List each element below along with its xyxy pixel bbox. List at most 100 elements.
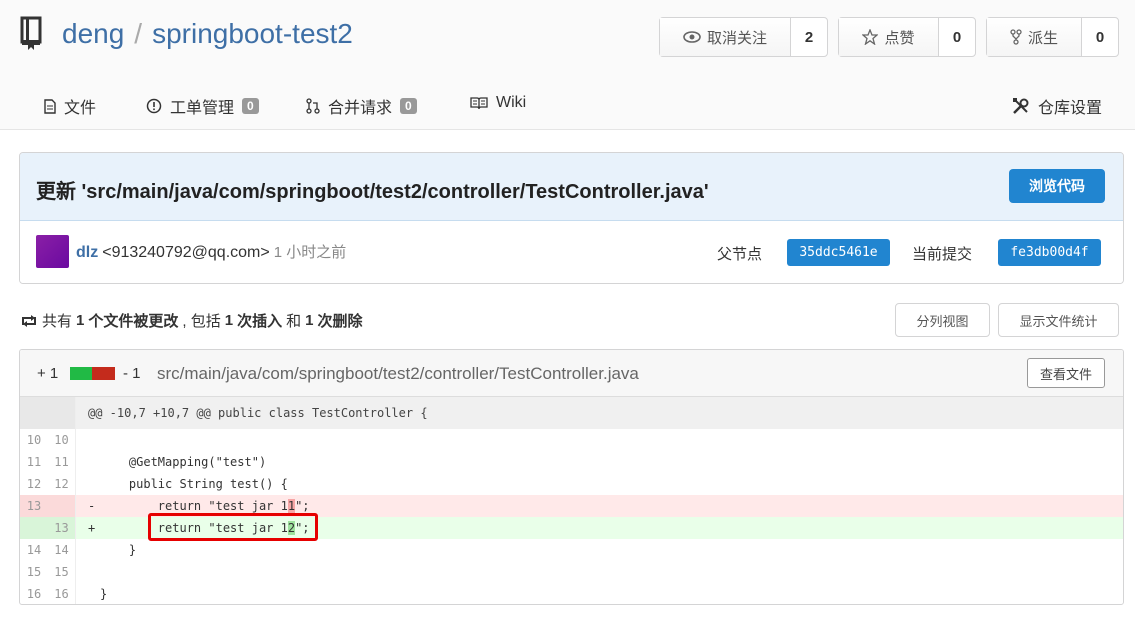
diff-stat-added (70, 367, 92, 380)
fork-label: 派生 (1027, 29, 1058, 47)
old-line-number[interactable] (20, 517, 48, 539)
fork-button[interactable]: 派生 (987, 18, 1082, 56)
deletion-sign: - (88, 499, 96, 513)
unwatch-label: 取消关注 (706, 29, 767, 47)
diff-line: 15 15 (20, 561, 1123, 583)
book-open-icon (470, 97, 488, 110)
star-count[interactable]: 0 (939, 18, 975, 56)
inserted-line: 13 + return "test jar 12"; (20, 517, 1123, 539)
diff-stat-deleted (92, 367, 115, 380)
tab-pulls-label: 合并请求 (328, 100, 393, 117)
new-line-number[interactable]: 14 (48, 539, 76, 561)
tab-wiki-label: Wiki (496, 94, 527, 111)
tab-issues[interactable]: 工单管理 0 (146, 94, 259, 118)
summary-mid: , 包括 (182, 313, 221, 330)
file-icon (44, 98, 56, 114)
commit-header: 更新 'src/main/java/com/springboot/test2/c… (20, 153, 1123, 221)
tab-issues-label: 工单管理 (170, 100, 235, 117)
new-line-number[interactable]: 15 (48, 561, 76, 583)
new-line-number[interactable]: 16 (48, 583, 76, 604)
summary-del-count: 1 (305, 312, 314, 329)
tab-settings-label: 仓库设置 (1038, 100, 1103, 117)
old-line-number[interactable]: 10 (20, 429, 48, 451)
insertion-sign: + (88, 521, 96, 535)
show-stats-button[interactable]: 显示文件统计 (998, 303, 1119, 337)
unwatch-button[interactable]: 取消关注 (660, 18, 791, 56)
new-line-number[interactable]: 11 (48, 451, 76, 473)
line-code: return "test jar 12"; (100, 521, 310, 535)
file-path: src/main/java/com/springboot/test2/contr… (157, 364, 639, 383)
repo-book-icon (20, 16, 42, 50)
pull-request-icon (306, 98, 320, 114)
diff-line: 14 14 } (20, 539, 1123, 561)
additions-count: + 1 (37, 365, 59, 382)
old-line-number[interactable]: 14 (20, 539, 48, 561)
new-line-number[interactable]: 12 (48, 473, 76, 495)
line-code: } (100, 587, 108, 601)
diff-line: 10 10 (20, 429, 1123, 451)
issues-count-badge: 0 (242, 98, 259, 114)
star-button[interactable]: 点赞 (839, 18, 939, 56)
browse-code-button[interactable]: 浏览代码 (1009, 169, 1105, 203)
tools-icon (1013, 98, 1029, 114)
old-line-number[interactable]: 11 (20, 451, 48, 473)
line-code: return "test jar 11"; (100, 499, 310, 513)
line-code: @GetMapping("test") (100, 455, 267, 469)
deletions-count: - 1 (123, 365, 141, 382)
view-file-button[interactable]: 查看文件 (1027, 358, 1105, 388)
avatar[interactable] (36, 235, 69, 268)
diff-line: 12 12 public String test() { (20, 473, 1123, 495)
summary-ins-count: 1 (224, 312, 234, 329)
commit-author: dlz <913240792@qq.com> 1 小时之前 (76, 241, 346, 262)
star-label: 点赞 (884, 29, 915, 47)
eye-icon (683, 31, 701, 43)
diff-line: 11 11 @GetMapping("test") (20, 451, 1123, 473)
old-line-number[interactable]: 16 (20, 583, 48, 604)
repo-header: deng / springboot-test2 取消关注 2 点赞 0 派生 0 文… (0, 0, 1135, 130)
diff-stat-bar (70, 367, 115, 380)
summary-del-text: 次删除 (317, 313, 363, 330)
fork-button-group: 派生 0 (986, 17, 1119, 57)
tab-files[interactable]: 文件 (44, 94, 96, 118)
fork-icon (1010, 29, 1022, 45)
watch-count[interactable]: 2 (791, 18, 827, 56)
new-line-number[interactable]: 10 (48, 429, 76, 451)
watch-button-group: 取消关注 2 (659, 17, 828, 57)
repo-separator: / (134, 18, 143, 49)
line-code: public String test() { (100, 477, 288, 491)
summary-prefix: 共有 (42, 313, 73, 330)
hunk-header: @@ -10,7 +10,7 @@ public class TestContr… (88, 406, 428, 420)
new-line-number[interactable] (48, 495, 76, 517)
author-email: <913240792@qq.com> (102, 244, 270, 261)
pulls-count-badge: 0 (400, 98, 417, 114)
commit-time: 1 小时之前 (273, 244, 347, 261)
summary-files-text: 个文件被更改 (88, 313, 179, 330)
tab-files-label: 文件 (64, 100, 97, 117)
tab-settings[interactable]: 仓库设置 (1012, 94, 1102, 118)
star-icon (862, 29, 879, 45)
summary-files-count: 1 (76, 312, 85, 329)
commit-meta: dlz <913240792@qq.com> 1 小时之前 父节点 35ddc546… (20, 221, 1123, 283)
diff-line: 16 16 } (20, 583, 1123, 604)
parent-sha-button[interactable]: 35ddc5461e (787, 239, 890, 266)
repo-name-link[interactable]: springboot-test2 (152, 18, 353, 49)
hunk-header-row: @@ -10,7 +10,7 @@ public class TestContr… (20, 397, 1123, 429)
tab-pull-requests[interactable]: 合并请求 0 (306, 94, 417, 118)
diff-code: @@ -10,7 +10,7 @@ public class TestContr… (20, 397, 1123, 604)
parent-label: 父节点 (717, 246, 763, 263)
tab-wiki[interactable]: Wiki (470, 94, 526, 112)
new-line-number[interactable]: 13 (48, 517, 76, 539)
old-line-number[interactable]: 15 (20, 561, 48, 583)
commit-title: 更新 'src/main/java/com/springboot/test2/c… (36, 181, 709, 203)
current-sha-button[interactable]: fe3db00d4f (998, 239, 1101, 266)
split-view-button[interactable]: 分列视图 (895, 303, 990, 337)
diff-summary: 共有 1 个文件被更改 , 包括 1 次插入 和 1 次删除 (20, 310, 362, 331)
commit-info-box: 更新 'src/main/java/com/springboot/test2/c… (19, 152, 1124, 284)
repo-owner-link[interactable]: deng (62, 18, 124, 49)
old-line-number[interactable]: 12 (20, 473, 48, 495)
current-commit-label: 当前提交 (912, 246, 973, 263)
author-name-link[interactable]: dlz (76, 244, 98, 261)
fork-count[interactable]: 0 (1082, 18, 1118, 56)
file-diff-header: + 1 - 1 src/main/java/com/springboot/tes… (20, 350, 1123, 397)
old-line-number[interactable]: 13 (20, 495, 48, 517)
